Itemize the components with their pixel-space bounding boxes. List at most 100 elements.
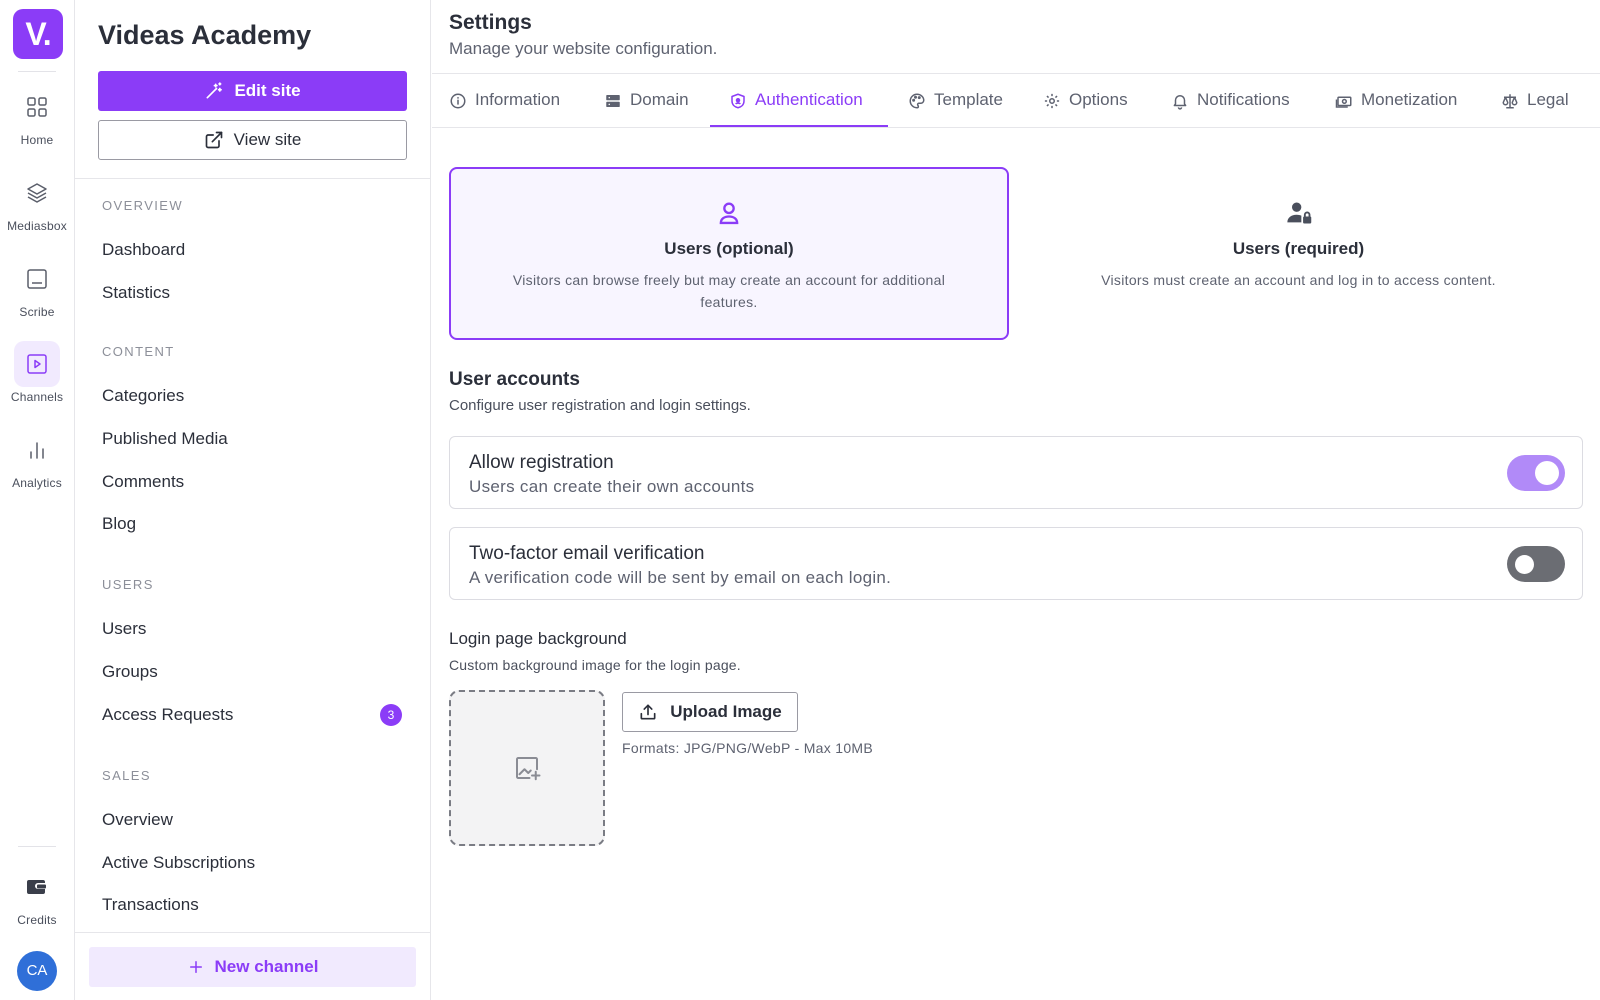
new-channel-button[interactable]: New channel	[89, 947, 416, 987]
tabs-divider	[432, 73, 1600, 74]
edit-site-label: Edit site	[234, 81, 301, 100]
new-channel-label: New channel	[214, 957, 319, 976]
edit-site-button[interactable]: Edit site	[98, 71, 407, 111]
setting-allow-registration: Allow registration Users can create thei…	[449, 436, 1583, 509]
toggle-knob	[1515, 554, 1534, 574]
section-label-content: CONTENT	[102, 344, 175, 359]
allow-registration-toggle[interactable]	[1507, 455, 1565, 491]
tab-label: Monetization	[1361, 90, 1458, 109]
auth-mode-required-card[interactable]: Users (required) Visitors must create an…	[1017, 167, 1580, 340]
channel-sidebar: Videas Academy Edit site View site OVERV…	[75, 0, 431, 1000]
gear-icon	[1044, 93, 1060, 109]
tab-options[interactable]: Options	[1043, 90, 1128, 128]
sidebar-item-comments[interactable]: Comments	[102, 472, 402, 492]
sidebar-item-groups[interactable]: Groups	[102, 662, 402, 682]
auth-mode-title: Users (optional)	[664, 239, 794, 258]
sidebar-divider	[75, 932, 431, 933]
tab-template[interactable]: Template	[908, 90, 1003, 128]
bar-chart-icon	[14, 427, 60, 473]
image-add-icon	[516, 757, 541, 781]
view-site-label: View site	[233, 130, 302, 149]
tab-monetization[interactable]: Monetization	[1335, 90, 1457, 128]
rail-label: Channels	[10, 390, 64, 404]
tab-label: Authentication	[755, 90, 863, 109]
tab-label: Notifications	[1197, 90, 1290, 109]
setting-two-factor: Two-factor email verification A verifica…	[449, 527, 1583, 600]
login-background-subtitle: Custom background image for the login pa…	[449, 657, 741, 673]
tab-legal[interactable]: Legal	[1501, 90, 1569, 128]
main-content: Settings Manage your website configurati…	[432, 0, 1600, 1000]
grid-icon	[14, 84, 60, 130]
sidebar-item-users[interactable]: Users	[102, 619, 402, 639]
play-square-icon	[14, 341, 60, 387]
section-label-users: USERS	[102, 577, 154, 592]
bell-icon	[1173, 95, 1187, 110]
tab-authentication[interactable]: Authentication	[729, 90, 863, 128]
count-badge: 3	[380, 704, 402, 726]
rail-item-mediasbox[interactable]: Mediasbox	[0, 170, 74, 233]
tab-label: Options	[1069, 90, 1128, 109]
sidebar-item-active-subscriptions[interactable]: Active Subscriptions	[102, 853, 402, 873]
sidebar-item-label: Access Requests	[102, 705, 234, 724]
rail-item-channels[interactable]: Channels	[0, 341, 74, 404]
upload-image-button[interactable]: Upload Image	[622, 692, 798, 732]
server-icon	[606, 95, 620, 107]
rail-label: Credits	[17, 913, 57, 927]
avatar[interactable]: CA	[17, 951, 57, 991]
auth-mode-optional-card[interactable]: Users (optional) Visitors can browse fre…	[449, 167, 1009, 340]
toggle-knob	[1535, 461, 1559, 485]
sidebar-item-published-media[interactable]: Published Media	[102, 429, 402, 449]
tab-domain[interactable]: Domain	[604, 90, 689, 128]
sidebar-item-overview[interactable]: Overview	[102, 810, 402, 830]
rail-item-scribe[interactable]: Scribe	[0, 256, 74, 319]
tab-label: Template	[934, 90, 1003, 109]
user-accounts-subtitle: Configure user registration and login se…	[449, 397, 751, 414]
wallet-icon	[14, 864, 60, 910]
tab-information[interactable]: Information	[449, 90, 560, 128]
setting-name: Two-factor email verification	[469, 543, 705, 564]
scale-icon	[1502, 94, 1518, 109]
rail-label: Home	[20, 133, 54, 147]
sidebar-item-transactions[interactable]: Transactions	[102, 895, 402, 915]
sidebar-item-dashboard[interactable]: Dashboard	[102, 240, 402, 260]
icon-rail: V. Home Mediasbox Scribe Channels Analyt…	[0, 0, 75, 1000]
palette-icon	[909, 93, 925, 109]
rail-item-analytics[interactable]: Analytics	[0, 427, 74, 490]
site-title: Videas Academy	[98, 20, 312, 50]
setting-name: Allow registration	[469, 452, 614, 473]
image-dropzone[interactable]	[449, 690, 605, 846]
external-link-icon	[205, 131, 222, 149]
auth-mode-description: Visitors must create an account and log …	[1101, 272, 1496, 288]
user-icon	[715, 199, 743, 227]
tab-label: Domain	[630, 90, 689, 109]
auth-mode-description: Visitors can browse freely but may creat…	[512, 272, 946, 310]
section-label-overview: OVERVIEW	[102, 198, 184, 213]
page-subtitle: Manage your website configuration.	[449, 39, 718, 58]
tab-label: Legal	[1527, 90, 1569, 109]
rail-item-home[interactable]: Home	[0, 84, 74, 147]
rail-divider	[18, 71, 56, 72]
upload-image-label: Upload Image	[670, 702, 782, 721]
section-label-sales: SALES	[102, 768, 151, 783]
app-logo[interactable]: V.	[13, 9, 63, 59]
tabs-divider	[432, 127, 1600, 128]
page-title: Settings	[449, 11, 532, 34]
rail-item-credits[interactable]: Credits	[0, 864, 74, 927]
setting-hint: A verification code will be sent by emai…	[469, 568, 892, 587]
rail-label: Mediasbox	[7, 219, 67, 233]
view-site-button[interactable]: View site	[98, 120, 407, 160]
caption-icon	[14, 256, 60, 302]
plus-icon	[189, 961, 202, 973]
shield-icon	[731, 93, 745, 109]
layers-icon	[14, 170, 60, 216]
sidebar-item-blog[interactable]: Blog	[102, 514, 402, 534]
user-accounts-title: User accounts	[449, 369, 580, 390]
upload-formats-hint: Formats: JPG/PNG/WebP - Max 10MB	[622, 740, 874, 756]
sidebar-item-statistics[interactable]: Statistics	[102, 283, 402, 303]
tab-notifications[interactable]: Notifications	[1171, 90, 1290, 128]
user-lock-icon	[1285, 199, 1313, 227]
two-factor-toggle[interactable]	[1507, 546, 1565, 582]
sidebar-item-access-requests[interactable]: Access Requests 3	[102, 704, 402, 726]
sidebar-item-categories[interactable]: Categories	[102, 386, 402, 406]
auth-mode-title: Users (required)	[1232, 239, 1365, 258]
